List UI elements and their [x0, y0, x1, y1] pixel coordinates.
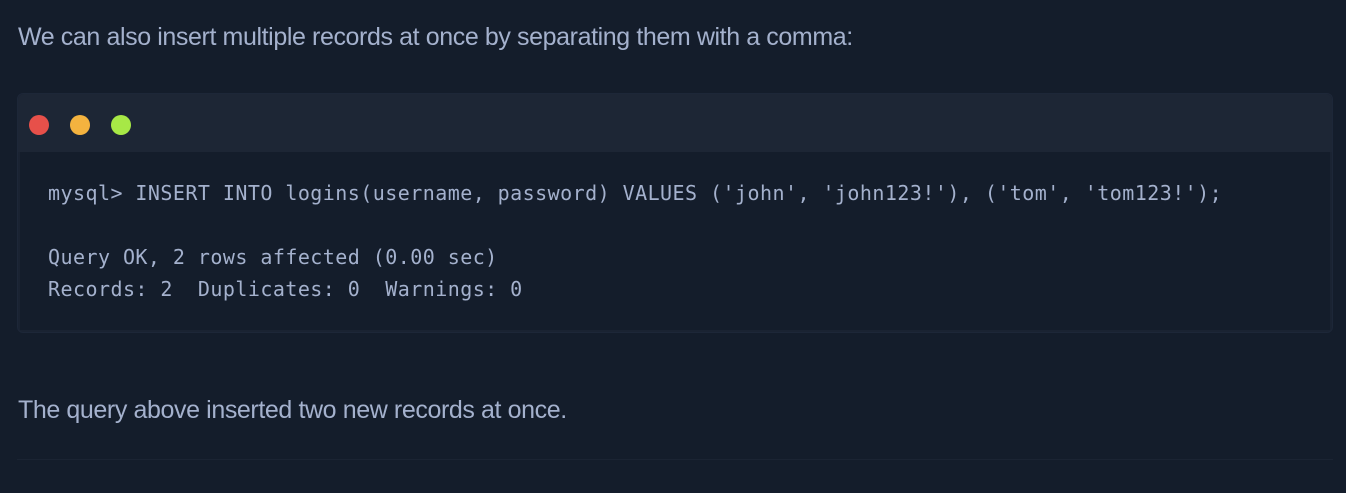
close-dot-icon	[29, 115, 49, 135]
intro-paragraph: We can also insert multiple records at o…	[18, 23, 853, 51]
terminal-result-line: Query OK, 2 rows affected (0.00 sec)	[48, 245, 498, 269]
terminal-window: mysql> INSERT INTO logins(username, pass…	[17, 93, 1333, 333]
section-divider	[17, 459, 1333, 460]
terminal-title-bar	[18, 94, 1332, 152]
terminal-output: mysql> INSERT INTO logins(username, pass…	[20, 152, 1330, 330]
outro-paragraph: The query above inserted two new records…	[18, 396, 567, 424]
maximize-dot-icon	[111, 115, 131, 135]
terminal-records-line: Records: 2 Duplicates: 0 Warnings: 0	[48, 277, 523, 301]
minimize-dot-icon	[70, 115, 90, 135]
terminal-command-line: mysql> INSERT INTO logins(username, pass…	[48, 181, 1223, 205]
